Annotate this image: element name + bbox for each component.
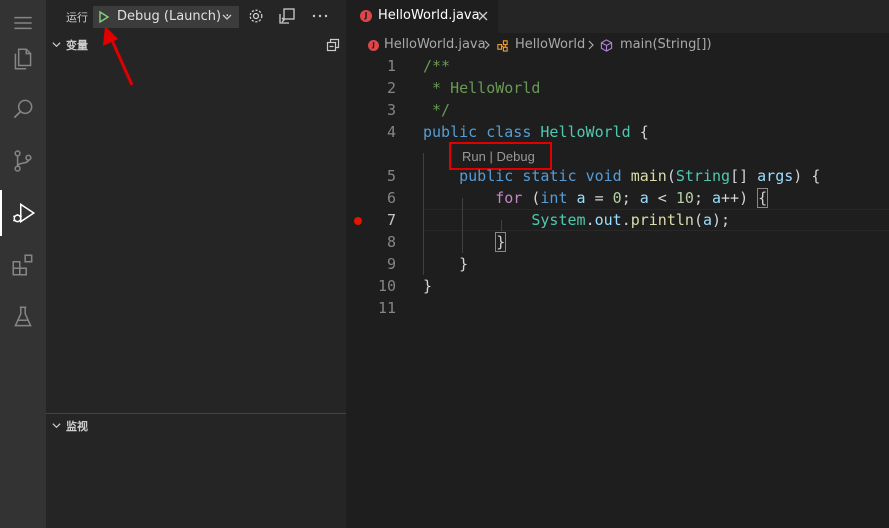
variables-section-title: 变量 — [66, 39, 88, 52]
run-label: 运行 — [66, 11, 88, 24]
line-number: 3 — [386, 101, 396, 119]
line-number: 1 — [386, 57, 396, 75]
code-line-8: } — [495, 232, 507, 252]
watch-section-header[interactable]: 监视 — [46, 415, 346, 437]
code-line-7: System.out.println(a); — [531, 211, 731, 229]
java-file-icon: J — [368, 40, 379, 51]
launch-config-select[interactable]: Debug (Launch) · — [93, 6, 239, 28]
breadcrumb-file[interactable]: HelloWorld.java — [384, 37, 486, 52]
code-line-1: /** — [423, 57, 451, 75]
hamburger-menu-icon — [14, 16, 32, 30]
debug-console-icon[interactable] — [278, 7, 296, 25]
chevron-down-icon — [52, 42, 61, 48]
line-number: 6 — [386, 189, 396, 207]
chevron-right-icon — [484, 40, 490, 50]
start-debugging-icon[interactable] — [98, 10, 110, 24]
line-number: 10 — [377, 277, 396, 295]
code-line-5: public static void main(String[] args) { — [459, 167, 821, 185]
chevron-right-icon — [588, 40, 594, 50]
code-line-3: */ — [423, 101, 451, 119]
activity-bar — [0, 0, 46, 528]
flask-icon — [14, 306, 32, 327]
breadcrumb: J HelloWorld.java HelloWorld main(String… — [346, 34, 889, 56]
debug-sidebar: 运行 Debug (Launch) · 变量 监视 — [46, 0, 346, 528]
class-icon — [497, 40, 508, 52]
tab-label: HelloWorld.java — [378, 8, 480, 23]
line-number: 8 — [386, 233, 396, 251]
gear-icon[interactable] — [247, 7, 265, 25]
breadcrumb-class[interactable]: HelloWorld — [515, 37, 585, 52]
testing-button[interactable] — [0, 294, 46, 340]
section-divider — [46, 413, 346, 414]
method-icon — [600, 39, 613, 52]
breakpoint-marker[interactable] — [354, 217, 362, 225]
search-button[interactable] — [0, 86, 46, 132]
variables-section-header[interactable]: 变量 — [46, 34, 346, 56]
chevron-down-icon — [222, 14, 232, 20]
source-control-button[interactable] — [0, 138, 46, 184]
line-number: 5 — [386, 167, 396, 185]
debug-toolbar: 运行 Debug (Launch) · — [46, 0, 346, 34]
explorer-button[interactable] — [0, 36, 46, 82]
breadcrumb-method[interactable]: main(String[]) — [620, 37, 712, 52]
watch-section-title: 监视 — [66, 420, 88, 433]
line-number: 4 — [386, 123, 396, 141]
extensions-button[interactable] — [0, 242, 46, 288]
code-line-9: } — [423, 255, 469, 273]
annotation-box — [449, 142, 552, 170]
search-icon — [13, 99, 33, 119]
run-debug-icon — [13, 202, 36, 224]
code-line-4: public class HelloWorld { — [423, 123, 649, 141]
line-number: 11 — [377, 299, 396, 317]
source-control-icon — [14, 150, 32, 172]
extensions-icon — [12, 254, 33, 276]
java-file-icon: J — [360, 10, 372, 22]
line-number: 2 — [386, 79, 396, 97]
files-icon — [14, 48, 32, 70]
code-line-6: for (int a = 0; a < 10; a++) { — [495, 188, 769, 208]
code-line-2: * HelloWorld — [423, 79, 541, 97]
run-debug-button[interactable] — [0, 190, 46, 236]
close-icon[interactable] — [477, 10, 489, 22]
code-line-10: } — [423, 277, 433, 295]
launch-config-name: Debug (Launch) — [117, 9, 222, 24]
more-actions-icon[interactable] — [311, 7, 329, 25]
line-number: 7 — [386, 211, 396, 229]
chevron-down-icon — [52, 423, 61, 429]
collapse-all-icon[interactable] — [326, 38, 340, 52]
tab-helloworld-java[interactable]: J HelloWorld.java — [346, 0, 498, 33]
code-editor[interactable]: 1 2 3 4 5 6 7 8 9 10 11 /** * HelloWorld… — [346, 56, 889, 528]
line-number: 9 — [386, 255, 396, 273]
editor-tabbar: J HelloWorld.java — [346, 0, 889, 33]
